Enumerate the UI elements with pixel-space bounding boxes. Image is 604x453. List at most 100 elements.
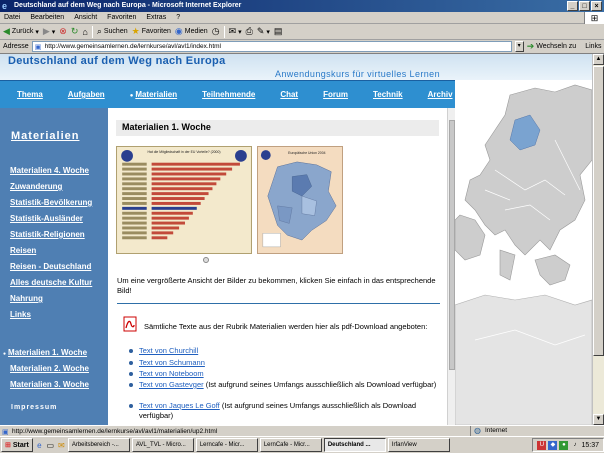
image-instructions: Um eine vergrößerte Ansicht der Bilder z… xyxy=(117,276,436,295)
home-button[interactable]: ⌂ xyxy=(82,27,87,37)
edit-button[interactable]: ✎ ▾ xyxy=(257,26,270,37)
close-button[interactable]: × xyxy=(591,1,602,11)
eu-membership-chart-image[interactable]: Hat die Mitgliedschaft in der EU Vorteil… xyxy=(116,146,252,254)
download-link-le-goff[interactable]: Text von Jaques Le Goff xyxy=(139,401,220,410)
home-icon: ⌂ xyxy=(82,26,88,37)
download-link-schumann[interactable]: Text von Schumann xyxy=(139,358,205,367)
windows-logo-icon: ⊞ xyxy=(5,442,11,449)
task-arbeitsbereich[interactable]: Arbeitsbereich -... xyxy=(67,438,130,452)
map-image-title: Europäische Union 2004 xyxy=(288,151,325,155)
search-button[interactable]: ⌕ Suchen xyxy=(97,26,128,37)
tray-volume-icon[interactable]: ♪ xyxy=(570,441,579,450)
task-irfanview[interactable]: IrfanView xyxy=(387,438,450,452)
window-scrollbar-thumb[interactable] xyxy=(593,66,604,356)
nav-technik[interactable]: Technik xyxy=(373,90,403,99)
tray-network-icon[interactable]: U xyxy=(537,440,547,450)
sidebar-item-materialien-4-woche[interactable]: Materialien 4. Woche xyxy=(10,166,89,175)
window-titlebar[interactable]: e Deutschland auf dem Weg nach Europa - … xyxy=(0,0,604,12)
tray-shield-icon[interactable]: ◆ xyxy=(548,440,558,450)
tray-app-icon[interactable]: ● xyxy=(559,440,569,450)
search-icon: ⌕ xyxy=(96,26,102,36)
nav-aufgaben[interactable]: Aufgaben xyxy=(68,90,105,99)
go-arrow-icon: ➔ xyxy=(526,41,535,51)
sidebar-item-impressum[interactable]: Impressum xyxy=(11,404,57,411)
star-icon: ★ xyxy=(131,26,140,36)
task-avl-tvl[interactable]: AVL_TVL - Micro... xyxy=(131,438,194,452)
task-lerncafe-1[interactable]: Lerncafe - Micr... xyxy=(195,438,258,452)
stop-button[interactable]: ⊗ xyxy=(59,26,67,37)
sidebar-item-statistik-religionen[interactable]: Statistik-Religionen xyxy=(10,230,85,239)
sidebar-item-materialien-3-woche[interactable]: Materialien 3. Woche xyxy=(10,380,89,389)
status-url: ▣ http://www.gemeinsamlernen.de/lernkurs… xyxy=(2,427,218,436)
address-label: Adresse xyxy=(3,43,29,50)
media-button[interactable]: ◉ Medien xyxy=(175,26,208,37)
sidebar-item-zuwanderung[interactable]: Zuwanderung xyxy=(10,182,62,191)
page-icon: ▣ xyxy=(34,44,42,51)
go-button[interactable]: ➔ Wechseln zu xyxy=(527,41,577,52)
download-link-noteboom[interactable]: Text von Noteboom xyxy=(139,369,204,378)
menu-bearbeiten[interactable]: Bearbeiten xyxy=(30,14,64,21)
dropdown-arrow-icon: ▾ xyxy=(35,28,39,36)
start-button[interactable]: ⊞ Start xyxy=(1,438,33,452)
task-deutschland[interactable]: Deutschland ... xyxy=(323,438,386,452)
sidebar-item-materialien-1-woche[interactable]: ● Materialien 1. Woche xyxy=(3,348,87,357)
favorites-button[interactable]: ★ Favoriten xyxy=(132,26,171,37)
nav-thema[interactable]: Thema xyxy=(17,90,43,99)
sidebar-item-deutsche-kultur[interactable]: Alles deutsche Kultur xyxy=(10,278,92,287)
nav-teilnehmende[interactable]: Teilnehmende xyxy=(202,90,255,99)
media-icon: ◉ xyxy=(174,26,183,36)
address-input[interactable]: ▣ http://www.gemeinsamlernen.de/lernkurs… xyxy=(31,41,512,52)
content-scrollbar-thumb[interactable] xyxy=(449,120,455,370)
forward-arrow-icon: ▶ xyxy=(42,26,50,36)
download-link-gastevger[interactable]: Text von Gastevger xyxy=(139,380,204,389)
scroll-up-arrow-icon[interactable]: ▲ xyxy=(593,54,604,65)
sidebar-item-reisen[interactable]: Reisen xyxy=(10,246,36,255)
sidebar-item-materialien-2-woche[interactable]: Materialien 2. Woche xyxy=(10,364,89,373)
quicklaunch-desktop-icon[interactable]: ▭ xyxy=(46,441,55,450)
sidebar-item-links[interactable]: Links xyxy=(10,310,31,319)
scroll-down-arrow-icon[interactable]: ▼ xyxy=(593,414,604,425)
address-dropdown-button[interactable]: ▾ xyxy=(514,41,524,52)
sidebar-item-statistik-bevoelkerung[interactable]: Statistik-Bevölkerung xyxy=(10,198,92,207)
content-scrollbar[interactable] xyxy=(447,108,455,425)
window-scrollbar[interactable]: ▲ ▼ xyxy=(592,54,604,425)
nav-archiv[interactable]: Archiv xyxy=(428,90,453,99)
quicklaunch-ie-icon[interactable]: e xyxy=(35,441,44,450)
links-button[interactable]: Links xyxy=(585,43,601,50)
mail-button[interactable]: ✉ ▾ xyxy=(229,26,242,37)
nav-forum[interactable]: Forum xyxy=(323,90,348,99)
sidebar-item-statistik-auslaender[interactable]: Statistik-Ausländer xyxy=(10,214,83,223)
back-button[interactable]: ◀ Zurück ▾ xyxy=(3,26,39,37)
menu-help[interactable]: ? xyxy=(176,14,180,21)
europe-map-background xyxy=(455,80,592,425)
quicklaunch-outlook-icon[interactable]: ✉ xyxy=(57,441,66,450)
download-note: (Ist aufgrund seines Umfangs ausschließl… xyxy=(203,380,437,389)
forward-button[interactable]: ▶ ▾ xyxy=(43,26,55,37)
menu-extras[interactable]: Extras xyxy=(146,14,166,21)
active-bullet-icon: ● xyxy=(3,351,7,357)
minimize-button[interactable]: _ xyxy=(567,1,578,11)
maximize-button[interactable]: □ xyxy=(579,1,590,11)
site-subtitle: Anwendungskurs für virtuelles Lernen xyxy=(275,69,440,79)
menu-datei[interactable]: Datei xyxy=(4,14,20,21)
task-lerncafe-2[interactable]: LernCafe - Micr... xyxy=(259,438,322,452)
sidebar-item-nahrung[interactable]: Nahrung xyxy=(10,294,43,303)
site-title: Deutschland auf dem Weg nach Europa xyxy=(8,55,226,67)
back-arrow-icon: ◀ xyxy=(3,26,10,36)
dropdown-arrow-icon: ▾ xyxy=(266,28,270,36)
discuss-button[interactable]: ▤ xyxy=(274,26,283,37)
download-link-churchill[interactable]: Text von Churchill xyxy=(139,346,198,355)
nav-chat[interactable]: Chat xyxy=(280,90,298,99)
download-item-le-goff: Text von Jaques Le Goff (Ist aufgrund se… xyxy=(129,401,439,420)
menu-ansicht[interactable]: Ansicht xyxy=(74,14,97,21)
sidebar-item-reisen-deutschland[interactable]: Reisen - Deutschland xyxy=(10,262,91,271)
stop-icon: ⊗ xyxy=(59,26,67,36)
print-button[interactable]: ⎙ xyxy=(246,26,253,37)
eu-2004-map-image[interactable]: Europäische Union 2004 xyxy=(257,146,343,254)
bullet-icon xyxy=(129,372,133,376)
menu-favoriten[interactable]: Favoriten xyxy=(107,14,136,21)
printer-icon: ⎙ xyxy=(245,26,253,36)
history-button[interactable]: ◷ xyxy=(212,26,220,37)
refresh-button[interactable]: ↻ xyxy=(71,26,79,37)
nav-materialien[interactable]: ● Materialien xyxy=(130,90,177,99)
